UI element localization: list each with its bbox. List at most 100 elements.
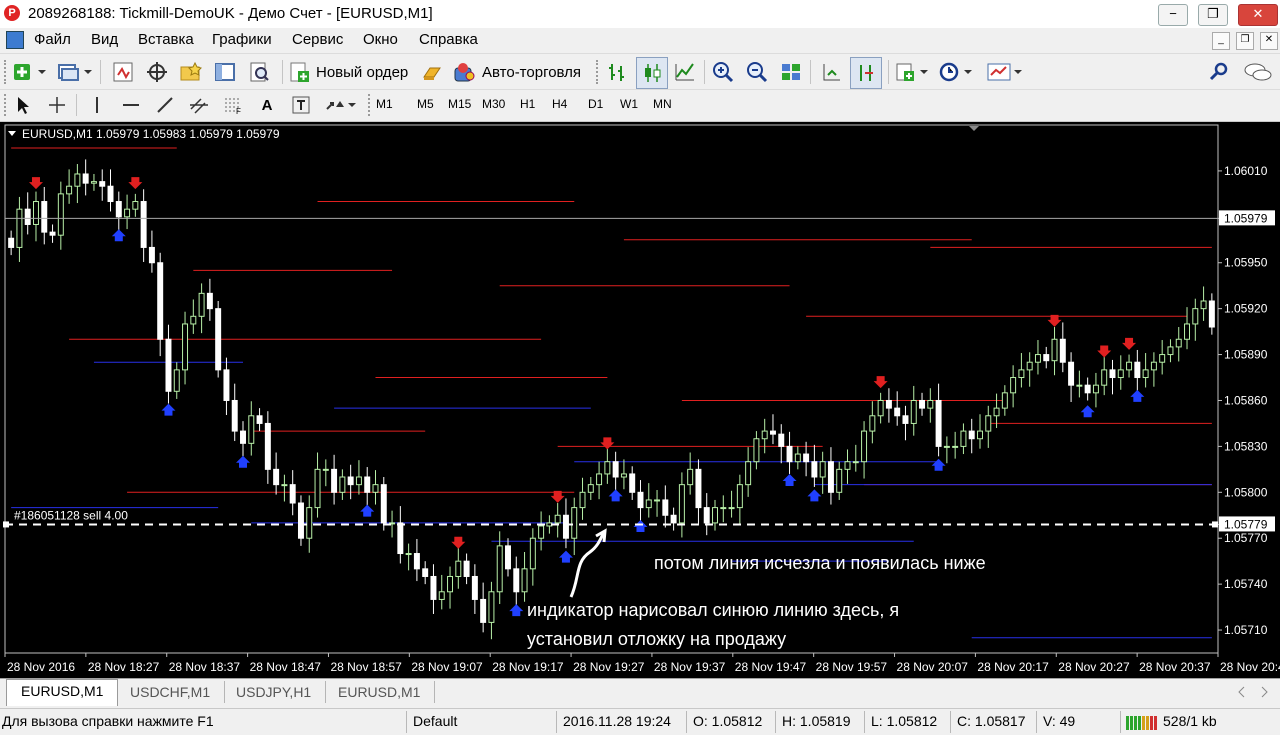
mdi-close-button[interactable]: ✕ [1260, 32, 1278, 50]
bear-candle [811, 461, 818, 478]
bull-candle [74, 173, 81, 187]
time-tick-label: 28 Nov 18:47 [250, 660, 322, 674]
bull-candle [1051, 338, 1058, 362]
menu-window[interactable]: Окно [363, 31, 398, 48]
arrows-tool-button[interactable] [322, 92, 360, 118]
bear-candle [223, 369, 230, 401]
tab-scroll-arrows[interactable] [1236, 685, 1272, 699]
toolbar-grip[interactable] [4, 94, 9, 116]
toolbar-grip[interactable] [4, 60, 9, 84]
chat-bubbles-icon [1244, 63, 1272, 81]
time-tick-label: 28 Nov 18:27 [88, 660, 160, 674]
mdi-minimize-button[interactable]: _ [1212, 32, 1230, 50]
separator [282, 60, 283, 84]
menu-insert[interactable]: Вставка [138, 31, 194, 48]
document-icon[interactable] [6, 31, 24, 49]
candlestick-chart-button[interactable] [636, 57, 668, 89]
vertical-line-tool-button[interactable] [84, 92, 110, 118]
status-profile[interactable]: Default [413, 713, 457, 729]
tab-eurusd-m1-second[interactable]: EURUSD,M1 [324, 681, 436, 703]
bar-chart-button[interactable] [604, 59, 630, 85]
fibonacci-tool-button[interactable]: F [220, 92, 246, 118]
toolbar-grip[interactable] [596, 60, 601, 84]
autoscroll-button[interactable] [818, 59, 844, 85]
bear-candle [380, 484, 387, 524]
equidistant-channel-tool-button[interactable] [186, 92, 212, 118]
bear-candle [148, 246, 155, 264]
profiles-button[interactable] [56, 59, 94, 85]
bull-candle [753, 438, 760, 463]
periods-button[interactable] [938, 59, 976, 85]
bull-candle [132, 201, 139, 210]
chart-menu-triangle-icon[interactable] [8, 131, 16, 136]
new-order-button[interactable]: Новый ордер [288, 59, 414, 85]
menu-view[interactable]: Вид [91, 31, 118, 48]
line-chart-button[interactable] [672, 59, 698, 85]
favorites-button[interactable] [178, 59, 204, 85]
timeframe-d1[interactable]: D1 [588, 97, 603, 111]
crosshair-tool-button[interactable] [44, 92, 70, 118]
gold-bars-button[interactable] [420, 59, 446, 85]
toolbar-grip[interactable] [368, 94, 373, 116]
templates-button[interactable] [986, 59, 1026, 85]
timeframe-m15[interactable]: M15 [448, 97, 471, 111]
timeframe-mn[interactable]: MN [653, 97, 672, 111]
maximize-button[interactable]: ❐ [1198, 4, 1228, 26]
bear-candle [463, 560, 470, 577]
order-line-handle[interactable] [3, 521, 9, 528]
minimize-button[interactable]: − [1158, 4, 1188, 26]
zoom-out-button[interactable] [744, 59, 770, 85]
status-help-text: Для вызова справки нажмите F1 [2, 713, 214, 729]
bear-candle [8, 237, 15, 248]
tab-usdjpy-h1[interactable]: USDJPY,H1 [222, 681, 327, 703]
tab-eurusd-m1[interactable]: EURUSD,M1 [6, 679, 119, 706]
bear-candle [82, 173, 89, 184]
text-tool-button[interactable]: A [254, 92, 280, 118]
market-watch-button[interactable] [110, 59, 136, 85]
cursor-tool-button[interactable] [10, 92, 36, 118]
timeframe-h4[interactable]: H4 [552, 97, 567, 111]
timeframe-h1[interactable]: H1 [520, 97, 535, 111]
chart-window[interactable]: 1.06010 1.05979 1.05950 1.05920 1.05890 1.058… [0, 122, 1280, 678]
bull-candle [877, 399, 884, 417]
bull-candle [1101, 369, 1108, 386]
menu-file[interactable]: Файл [34, 31, 71, 48]
search-button[interactable] [1206, 59, 1232, 85]
chart-shift-marker-icon[interactable] [969, 126, 979, 131]
timeframe-m5[interactable]: M5 [417, 97, 434, 111]
chat-button[interactable] [1242, 59, 1274, 85]
close-button[interactable]: ✕ [1238, 4, 1278, 26]
timeframe-w1[interactable]: W1 [620, 97, 638, 111]
buy-arrow-icon [111, 229, 126, 242]
trendline-tool-button[interactable] [152, 92, 178, 118]
chart-shift-button[interactable] [850, 57, 882, 89]
bull-candle [496, 545, 503, 593]
timeframe-m30[interactable]: M30 [482, 97, 505, 111]
bull-candle [447, 575, 454, 593]
zoom-in-button[interactable] [710, 59, 736, 85]
bull-candle [306, 507, 313, 539]
strategy-tester-button[interactable] [246, 59, 272, 85]
mdi-restore-button[interactable]: ❐ [1236, 32, 1254, 50]
bull-candle [620, 473, 627, 478]
menu-charts[interactable]: Графики [212, 31, 272, 48]
tab-usdchf-m1[interactable]: USDCHF,M1 [116, 681, 226, 703]
order-line-handle[interactable] [1212, 521, 1218, 528]
bull-candle [1034, 354, 1041, 363]
menu-help[interactable]: Справка [419, 31, 478, 48]
price-chart[interactable]: 1.06010 1.05979 1.05950 1.05920 1.05890 1.058… [0, 122, 1280, 678]
navigator-button[interactable] [144, 59, 170, 85]
horizontal-line-tool-button[interactable] [118, 92, 144, 118]
menu-tools[interactable]: Сервис [292, 31, 343, 48]
tile-windows-button[interactable] [778, 59, 804, 85]
text-label-tool-button[interactable] [288, 92, 314, 118]
price-tick-label: 1.05770 [1224, 531, 1268, 545]
new-chart-button[interactable] [12, 59, 48, 85]
bull-candle [1117, 369, 1124, 379]
bull-candle [720, 507, 727, 510]
indicators-button[interactable] [894, 59, 932, 85]
auto-trading-button[interactable]: Авто-торговля [452, 59, 588, 85]
bull-candle [1192, 308, 1199, 325]
timeframe-m1[interactable]: M1 [376, 97, 393, 111]
terminal-button[interactable] [212, 59, 238, 85]
